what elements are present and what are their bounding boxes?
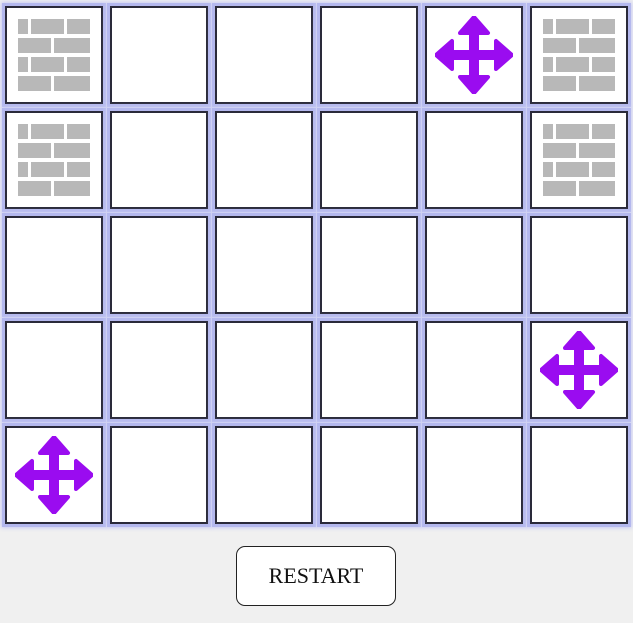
board-cell-r1-c4[interactable]	[320, 6, 418, 104]
board-cell-r4-c4[interactable]	[320, 321, 418, 419]
board-cell-r2-c2[interactable]	[110, 111, 208, 209]
board-cell-r3-c6[interactable]	[530, 216, 628, 314]
move-arrows-icon	[435, 16, 513, 94]
brick-wall-icon	[543, 19, 615, 91]
board-cell-r1-c3[interactable]	[215, 6, 313, 104]
brick-wall-icon	[18, 124, 90, 196]
board-cell-r2-c3[interactable]	[215, 111, 313, 209]
brick-wall-icon	[18, 19, 90, 91]
board-cell-r1-c6[interactable]	[530, 6, 628, 104]
board-cell-r5-c2[interactable]	[110, 426, 208, 524]
board-cell-r2-c6[interactable]	[530, 111, 628, 209]
board-cell-r4-c1[interactable]	[5, 321, 103, 419]
board-cell-r4-c5[interactable]	[425, 321, 523, 419]
board-cell-r4-c3[interactable]	[215, 321, 313, 419]
game-stage: RESTART	[0, 0, 633, 623]
board-cell-r3-c3[interactable]	[215, 216, 313, 314]
board-cell-r5-c6[interactable]	[530, 426, 628, 524]
board-cell-r3-c2[interactable]	[110, 216, 208, 314]
brick-wall-icon	[543, 124, 615, 196]
board-cell-r5-c5[interactable]	[425, 426, 523, 524]
board-cell-r1-c1[interactable]	[5, 6, 103, 104]
game-board	[5, 6, 628, 524]
board-cell-r5-c3[interactable]	[215, 426, 313, 524]
board-cell-r3-c4[interactable]	[320, 216, 418, 314]
move-arrows-icon	[540, 331, 618, 409]
board-cell-r2-c4[interactable]	[320, 111, 418, 209]
move-arrows-icon	[15, 436, 93, 514]
board-cell-r5-c1[interactable]	[5, 426, 103, 524]
board-cell-r2-c5[interactable]	[425, 111, 523, 209]
board-cell-r1-c5[interactable]	[425, 6, 523, 104]
board-cell-r2-c1[interactable]	[5, 111, 103, 209]
board-cell-r3-c1[interactable]	[5, 216, 103, 314]
restart-button[interactable]: RESTART	[236, 546, 396, 606]
board-cell-r4-c6[interactable]	[530, 321, 628, 419]
board-cell-r1-c2[interactable]	[110, 6, 208, 104]
board-cell-r5-c4[interactable]	[320, 426, 418, 524]
board-cell-r3-c5[interactable]	[425, 216, 523, 314]
board-cell-r4-c2[interactable]	[110, 321, 208, 419]
